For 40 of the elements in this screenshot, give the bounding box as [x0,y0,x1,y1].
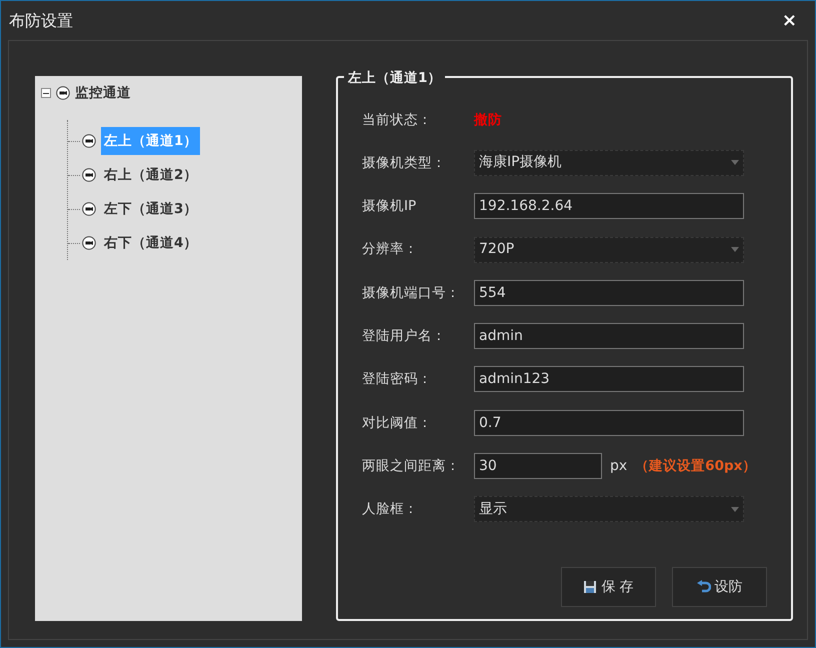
field-label: 登陆密码： [362,370,433,390]
save-button[interactable]: 保 存 [561,567,656,607]
tree-item[interactable]: 监控通道 [75,82,131,104]
camera-icon [82,236,96,250]
field-label: 摄像机IP [362,197,418,216]
unit-label: px [610,456,628,476]
tree-item[interactable]: 左下（通道3） [101,194,200,224]
input-field[interactable]: 30 [474,453,602,480]
camera-icon [82,168,96,182]
field-label: 对比阈值： [362,414,433,433]
dropdown[interactable]: 720P [474,236,744,263]
field-label: 两眼之间距离： [362,456,461,476]
field-label: 分辨率： [362,240,419,260]
tree-item[interactable]: 右上（通道2） [101,160,200,190]
input-field[interactable]: 192.168.2.64 [474,193,744,220]
field-label: 登陆用户名： [362,327,447,346]
field-label: 当前状态： [362,110,433,130]
input-field[interactable]: admin [474,323,744,350]
tree-item[interactable]: 右下（通道4） [101,228,200,258]
input-field[interactable]: admin123 [474,366,744,392]
field-label: 摄像机类型： [362,154,447,173]
input-field[interactable]: 554 [474,280,744,306]
dropdown-caret-icon [731,247,739,252]
dropdown-caret-icon [731,506,739,512]
collapse-toggle-icon[interactable] [41,88,51,98]
field-label: 摄像机端口号： [362,284,461,303]
dropdown-caret-icon [731,160,739,166]
hint-text: （建议设置60px） [635,456,756,476]
camera-icon [82,134,96,148]
dropdown[interactable]: 海康IP摄像机 [474,150,744,176]
camera-icon [56,86,70,100]
input-field[interactable]: 0.7 [474,410,744,436]
arm-button[interactable]: 设防 [672,567,767,607]
camera-icon [82,202,96,216]
status-value: 撤防 [474,110,502,130]
undo-arrow-icon [696,580,710,594]
window-title: 布防设置 [9,10,73,32]
field-label: 人脸框： [362,500,419,520]
dropdown[interactable]: 显示 [474,496,744,522]
close-button[interactable]: × [772,12,807,30]
